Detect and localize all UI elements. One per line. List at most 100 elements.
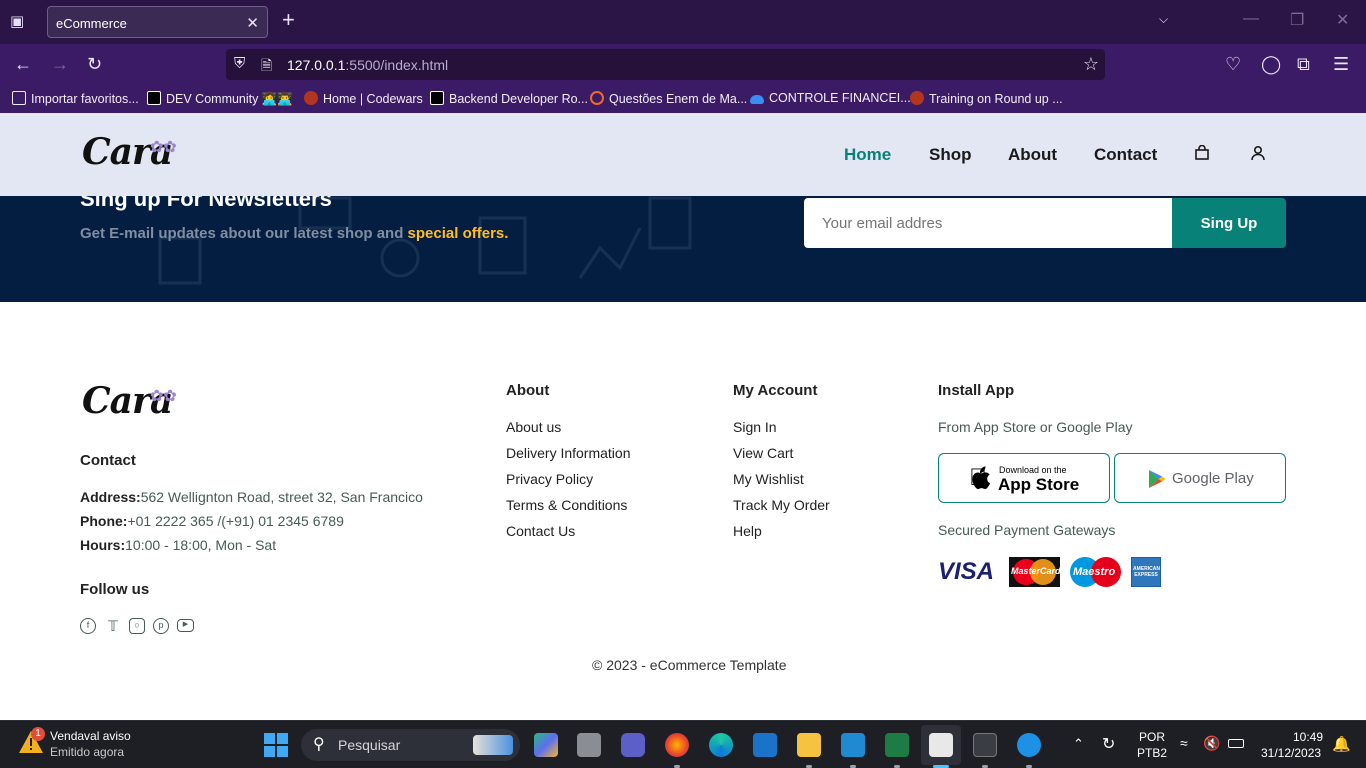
copilot-icon[interactable]	[534, 733, 558, 757]
page-icon[interactable]: 🗎	[261, 55, 272, 79]
import-icon	[12, 91, 26, 105]
weather-widget[interactable]: 1	[18, 727, 45, 760]
clock-time[interactable]: 10:49	[1293, 730, 1323, 744]
notifications-bell-icon[interactable]: 🔔	[1332, 735, 1351, 753]
bookmark-enem[interactable]: Questões Enem de Ma...	[590, 91, 747, 106]
google-play-icon	[1149, 470, 1166, 488]
bookmark-label: Home | Codewars	[323, 92, 423, 106]
site-header: Cara ✿✿ Home Shop About Contact	[0, 113, 1366, 196]
reload-icon[interactable]: ↻	[87, 54, 102, 74]
bookmark-import[interactable]: Importar favoritos...	[12, 91, 139, 106]
instagram-icon[interactable]: ○	[129, 618, 145, 634]
mastercard-text: MasterCard	[1011, 566, 1061, 576]
tab-list-icon[interactable]: ▣	[10, 12, 30, 32]
teams-chat-icon[interactable]	[621, 733, 645, 757]
taskbar-search[interactable]: ⚲ Pesquisar	[301, 729, 520, 761]
newsletter-email-input[interactable]	[804, 198, 1172, 248]
shield-icon[interactable]: ⛨	[234, 55, 245, 72]
youtube-icon[interactable]: ▶	[177, 619, 194, 632]
nav-shop[interactable]: Shop	[929, 145, 972, 165]
wishlist-link[interactable]: My Wishlist	[733, 471, 804, 487]
maestro-logo: Maestro	[1070, 557, 1121, 587]
notification-badge: 1	[31, 727, 45, 741]
pinterest-icon[interactable]: p	[153, 618, 169, 634]
hours-label: Hours:	[80, 537, 126, 553]
contact-us-link[interactable]: Contact Us	[506, 523, 575, 539]
restore-icon[interactable]: ❐	[1290, 10, 1304, 30]
twitter-icon[interactable]: 𝕋	[105, 618, 121, 634]
minimize-icon[interactable]: —	[1243, 10, 1259, 28]
enem-icon	[590, 91, 604, 105]
help-link[interactable]: Help	[733, 523, 762, 539]
firefox-icon[interactable]	[665, 733, 689, 757]
bookmark-controle[interactable]: CONTROLE FINANCEI...	[750, 91, 911, 105]
bookmark-dev[interactable]: DEV Community 👩‍💻👨‍💻	[147, 91, 293, 107]
delivery-info-link[interactable]: Delivery Information	[506, 445, 631, 461]
docker-icon[interactable]	[1017, 733, 1041, 757]
windows-start-icon[interactable]	[264, 733, 288, 757]
nav-home[interactable]: Home	[844, 145, 891, 165]
language-bottom[interactable]: PTB2	[1137, 746, 1167, 760]
sync-icon[interactable]: ↻	[1102, 734, 1115, 754]
file-explorer-icon[interactable]	[797, 733, 821, 757]
sign-in-link[interactable]: Sign In	[733, 419, 777, 435]
facebook-icon[interactable]: f	[80, 618, 96, 634]
shopping-bag-icon[interactable]	[1194, 144, 1210, 165]
newsletter-desc-period: .	[504, 225, 509, 242]
mastercard-logo: MasterCard	[1009, 557, 1061, 587]
url-text[interactable]: 127.0.0.1:5500/index.html	[287, 57, 448, 73]
edge-icon[interactable]	[709, 733, 733, 757]
vscode-icon[interactable]	[841, 733, 865, 757]
app-store-button[interactable]:  Download on the App Store	[938, 453, 1110, 503]
privacy-policy-link[interactable]: Privacy Policy	[506, 471, 593, 487]
chevron-up-icon[interactable]: ⌃	[1073, 736, 1084, 752]
install-app-text: From App Store or Google Play	[938, 419, 1133, 435]
bookmark-codewars[interactable]: Home | Codewars	[304, 91, 423, 106]
google-play-label: Google Play	[1172, 470, 1254, 487]
account-icon[interactable]: ◯	[1261, 54, 1281, 74]
start-quad-tl	[264, 733, 275, 744]
browser-tab[interactable]: eCommerce ✕	[47, 6, 268, 38]
extensions-icon[interactable]: ⧉	[1297, 54, 1310, 74]
new-tab-icon[interactable]: +	[282, 9, 295, 31]
back-icon[interactable]: ←	[14, 54, 32, 74]
terminal-icon[interactable]	[973, 733, 997, 757]
codewars-icon	[304, 91, 318, 105]
close-icon[interactable]: ✕	[246, 14, 259, 32]
excel-icon[interactable]	[885, 733, 909, 757]
about-us-link[interactable]: About us	[506, 419, 561, 435]
menu-icon[interactable]: ☰	[1333, 54, 1349, 74]
forward-icon[interactable]: →	[51, 54, 69, 74]
user-icon[interactable]	[1250, 145, 1266, 165]
address-bar[interactable]: ⛨ 🗎 127.0.0.1:5500/index.html ☆	[226, 49, 1105, 80]
task-view-icon[interactable]	[577, 733, 601, 757]
window-close-icon[interactable]: ✕	[1336, 10, 1349, 30]
star-icon[interactable]: ☆	[1083, 54, 1099, 75]
chevron-down-icon[interactable]: ⌵	[1159, 12, 1168, 27]
battery-icon[interactable]	[1228, 739, 1244, 748]
track-order-link[interactable]: Track My Order	[733, 497, 830, 513]
url-path: :5500/index.html	[345, 57, 449, 73]
mail-icon[interactable]	[753, 733, 777, 757]
newsletter-desc-text: Get E-mail updates about our latest shop…	[80, 225, 408, 242]
snipping-tool-icon[interactable]	[929, 733, 953, 757]
follow-heading: Follow us	[80, 581, 150, 598]
bookmark-label: Questões Enem de Ma...	[609, 92, 748, 106]
muted-speaker-icon[interactable]: 🔇	[1203, 735, 1220, 752]
nav-about[interactable]: About	[1008, 145, 1057, 165]
language-top[interactable]: POR	[1139, 730, 1165, 744]
view-cart-link[interactable]: View Cart	[733, 445, 793, 461]
bookmark-roadmap[interactable]: Backend Developer Ro...	[430, 91, 588, 106]
apple-logo-icon	[972, 466, 990, 489]
amex-text: AMERICAN EXPRESS	[1133, 566, 1160, 578]
roadmap-icon	[430, 91, 444, 105]
pocket-icon[interactable]: ♡	[1225, 54, 1241, 74]
nav-contact[interactable]: Contact	[1094, 145, 1157, 165]
clock-date[interactable]: 31/12/2023	[1261, 746, 1321, 760]
search-highlight-icon	[473, 735, 513, 755]
terms-link[interactable]: Terms & Conditions	[506, 497, 627, 513]
signup-button[interactable]: Sing Up	[1172, 198, 1286, 248]
google-play-button[interactable]: Google Play	[1114, 453, 1286, 503]
wifi-icon[interactable]: ≈	[1180, 735, 1188, 751]
bookmark-training[interactable]: Training on Round up ...	[910, 91, 1063, 106]
